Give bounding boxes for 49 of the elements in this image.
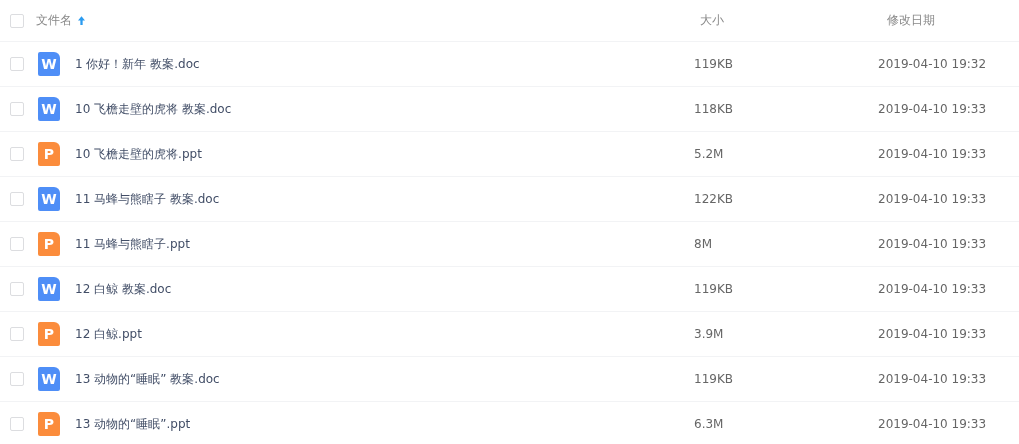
- file-icon: W: [38, 97, 60, 121]
- file-name[interactable]: 12 白鲸 教案.doc: [75, 280, 694, 298]
- row-checkbox[interactable]: [10, 282, 24, 296]
- file-size: 118KB: [694, 102, 734, 116]
- modified-date: 2019-04-10 19:33: [878, 327, 988, 341]
- file-size: 119KB: [694, 57, 734, 71]
- row-checkbox[interactable]: [10, 372, 24, 386]
- row-checkbox[interactable]: [10, 192, 24, 206]
- modified-date: 2019-04-10 19:33: [878, 237, 988, 251]
- row-checkbox[interactable]: [10, 327, 24, 341]
- file-name[interactable]: 10 飞檐走壁的虎将.ppt: [75, 145, 694, 163]
- file-size: 119KB: [694, 372, 734, 386]
- file-name[interactable]: 1 你好！新年 教案.doc: [75, 55, 694, 73]
- file-name[interactable]: 10 飞檐走壁的虎将 教案.doc: [75, 100, 694, 118]
- modified-date: 2019-04-10 19:33: [878, 417, 988, 431]
- file-name[interactable]: 13 动物的“睡眠” 教案.doc: [75, 370, 694, 388]
- row-checkbox[interactable]: [10, 102, 24, 116]
- row-checkbox[interactable]: [10, 57, 24, 71]
- file-icon: P: [38, 232, 60, 256]
- column-header[interactable]: 大小: [700, 12, 887, 29]
- file-icon: W: [38, 187, 60, 211]
- file-size: 8M: [694, 237, 713, 251]
- file-size: 6.3M: [694, 417, 725, 431]
- file-name[interactable]: 13 动物的“睡眠”.ppt: [75, 415, 694, 433]
- file-name[interactable]: 11 马蜂与熊瞎子 教案.doc: [75, 190, 694, 208]
- modified-date: 2019-04-10 19:33: [878, 192, 988, 206]
- modified-date: 2019-04-10 19:33: [878, 372, 988, 386]
- modified-date: 2019-04-10 19:33: [878, 282, 988, 296]
- file-size: 5.2M: [694, 147, 725, 161]
- row-checkbox[interactable]: [10, 237, 24, 251]
- row-checkbox[interactable]: [10, 147, 24, 161]
- file-name[interactable]: 11 马蜂与熊瞎子.ppt: [75, 235, 694, 253]
- file-icon: W: [38, 277, 60, 301]
- column-header[interactable]: 修改日期: [887, 12, 1019, 29]
- modified-date: 2019-04-10 19:33: [878, 147, 988, 161]
- file-size: 3.9M: [694, 327, 725, 341]
- select-all-checkbox[interactable]: [10, 13, 24, 28]
- file-icon: P: [38, 412, 60, 436]
- column-header[interactable]: 文件名: [36, 12, 72, 29]
- file-size: 119KB: [694, 282, 734, 296]
- file-icon: W: [38, 52, 60, 76]
- row-checkbox[interactable]: [10, 417, 24, 431]
- modified-date: 2019-04-10 19:33: [878, 102, 988, 116]
- file-icon: P: [38, 142, 60, 166]
- file-icon: W: [38, 367, 60, 391]
- file-name[interactable]: 12 白鲸.ppt: [75, 325, 694, 343]
- modified-date: 2019-04-10 19:32: [878, 57, 988, 71]
- file-size: 122KB: [694, 192, 734, 206]
- file-icon: P: [38, 322, 60, 346]
